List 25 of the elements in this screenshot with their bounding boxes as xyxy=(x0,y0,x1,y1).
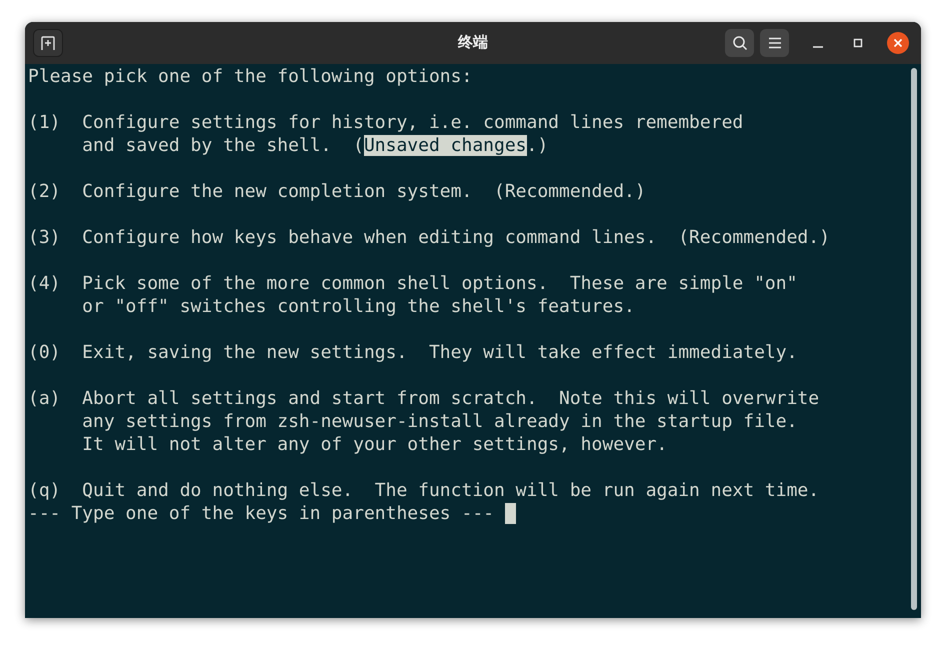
scrollbar-thumb[interactable] xyxy=(911,68,917,610)
terminal-line: (q) Quit and do nothing else. The function will be run again next time. xyxy=(28,479,820,502)
new-tab-icon xyxy=(40,35,56,51)
terminal-line: (2) Configure the new completion system. (Recommended.) xyxy=(28,180,646,203)
close-icon xyxy=(893,38,903,48)
terminal-line: (0) Exit, saving the new settings. They will take effect immediately. xyxy=(28,341,798,364)
close-button[interactable] xyxy=(887,32,909,54)
minimize-icon xyxy=(813,46,823,48)
terminal-line: and saved by the shell. (Unsaved changes.) xyxy=(81,134,548,157)
new-tab-button[interactable] xyxy=(33,29,63,57)
search-icon xyxy=(732,35,748,51)
terminal-line: (4) Pick some of the more common shell options. These are simple "on" xyxy=(28,272,798,295)
terminal-line: or "off" switches controlling the shell's features. xyxy=(81,295,635,318)
terminal-line: any settings from zsh-newuser-install already in the startup file. xyxy=(81,410,798,433)
maximize-icon xyxy=(853,38,863,48)
terminal-line: (3) Configure how keys behave when editing command lines. (Recommended.) xyxy=(28,226,830,249)
menu-button[interactable] xyxy=(760,29,789,57)
terminal-line: It will not alter any of your other settings, however. xyxy=(81,433,668,456)
window-title: 终端 xyxy=(458,32,488,53)
terminal-line: (1) Configure settings for history, i.e. command lines remembered xyxy=(28,111,744,134)
terminal-line: Please pick one of the following options: xyxy=(28,65,472,88)
terminal-line: (a) Abort all settings and start from scratch. Note this will overwrite xyxy=(28,387,820,410)
search-button[interactable] xyxy=(725,29,754,57)
menu-icon xyxy=(768,37,782,49)
terminal-line: --- Type one of the keys in parentheses --- xyxy=(28,502,495,525)
